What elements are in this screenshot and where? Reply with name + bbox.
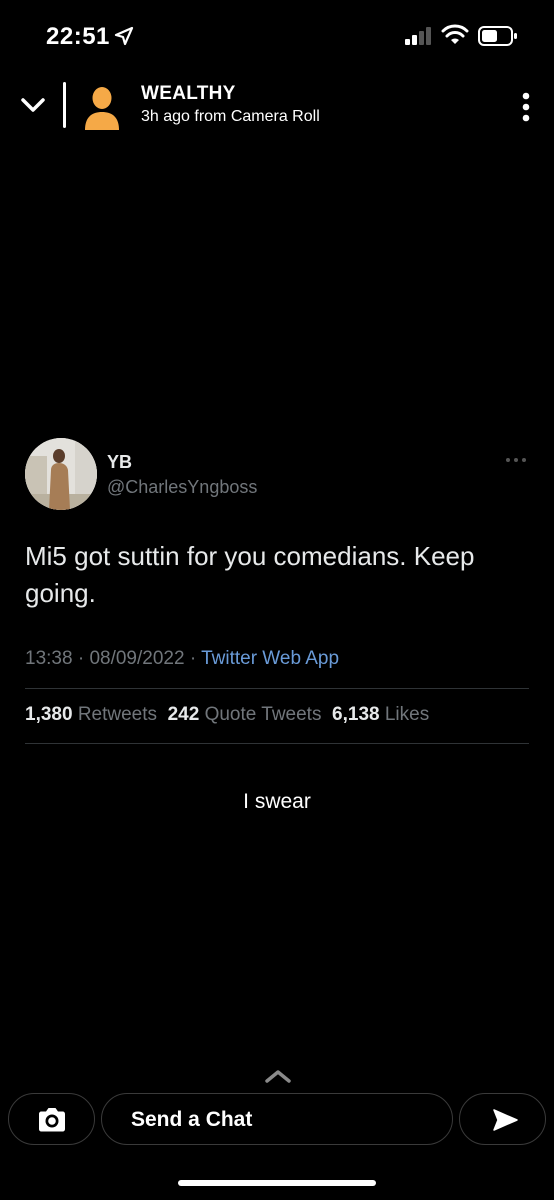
- quotes-label: Quote Tweets: [204, 704, 322, 725]
- tweet-time: 13:38: [25, 648, 73, 669]
- tweet-date: 08/09/2022: [89, 648, 185, 669]
- likes-count: 6,138: [332, 704, 380, 725]
- story-title[interactable]: WEALTHY: [141, 83, 236, 105]
- home-indicator[interactable]: [178, 1180, 376, 1186]
- story-header: WEALTHY 3h ago from Camera Roll: [0, 72, 554, 142]
- battery-icon: [478, 26, 517, 46]
- retweets-label: Retweets: [77, 704, 158, 725]
- tweet-avatar: [25, 438, 97, 510]
- chevron-up-icon[interactable]: [263, 1067, 293, 1085]
- divider: [25, 688, 529, 689]
- meta-separator: ·: [77, 648, 85, 669]
- more-horizontal-icon: [506, 458, 526, 462]
- tweet-author-name: YB: [107, 452, 133, 472]
- tweet-meta: 13:38 · 08/09/2022 · Twitter Web App: [25, 648, 339, 670]
- send-chat-input[interactable]: Send a Chat: [101, 1093, 453, 1145]
- tweet-author-handle: @CharlesYngboss: [107, 477, 258, 497]
- tweet-text: Mi5 got suttin for you comedians. Keep g…: [25, 541, 475, 608]
- location-arrow-icon: [114, 26, 134, 46]
- story-caption: I swear: [243, 790, 311, 813]
- header-divider: [63, 82, 66, 128]
- divider: [25, 743, 529, 744]
- status-time: 22:51: [46, 23, 110, 50]
- status-bar: 22:51: [0, 0, 554, 70]
- send-icon: [493, 1109, 518, 1131]
- wifi-icon: [441, 24, 469, 44]
- more-vertical-icon[interactable]: [519, 92, 533, 122]
- tweet-source: Twitter Web App: [201, 648, 340, 669]
- send-button[interactable]: [459, 1093, 546, 1145]
- avatar-icon[interactable]: [84, 86, 120, 130]
- likes-label: Likes: [384, 704, 430, 725]
- meta-separator: ·: [189, 648, 197, 669]
- retweets-count: 1,380: [25, 704, 73, 725]
- chevron-down-icon[interactable]: [20, 94, 46, 116]
- camera-button[interactable]: [8, 1093, 95, 1145]
- chat-placeholder: Send a Chat: [131, 1108, 253, 1131]
- camera-icon: [39, 1108, 65, 1132]
- tweet-stats: 1,380 Retweets 242 Quote Tweets 6,138 Li…: [25, 704, 429, 726]
- story-subtitle: 3h ago from Camera Roll: [141, 108, 320, 125]
- quotes-count: 242: [167, 704, 200, 725]
- cell-signal-icon: [405, 27, 431, 45]
